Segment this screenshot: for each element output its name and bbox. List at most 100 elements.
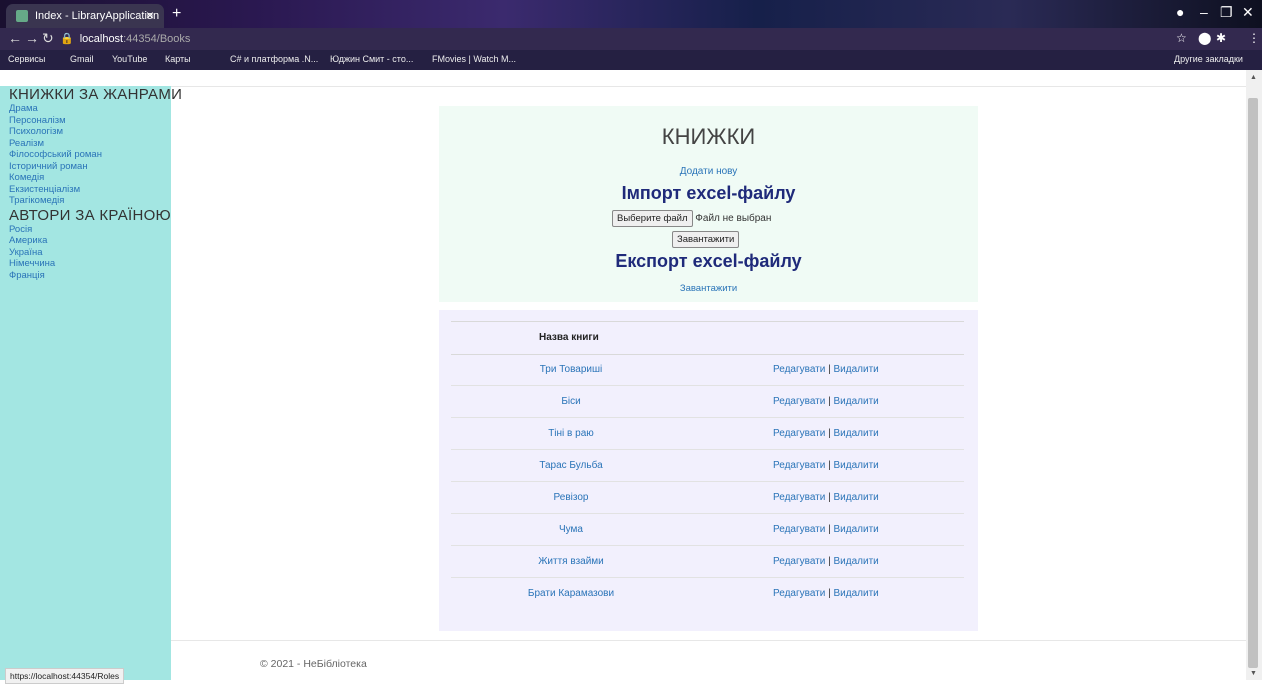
book-title[interactable]: Ревізор (451, 492, 691, 503)
browser-tab-strip: Index - LibraryApplication × + ● – ❐ ✕ (0, 0, 1262, 28)
separator: | (828, 396, 831, 407)
table-row: Брати Карамазови Редагувати | Видалити (451, 578, 964, 609)
sidebar-genre-comedy[interactable]: Комедія (0, 172, 171, 184)
bookmark-other[interactable]: Другие закладки (1174, 54, 1243, 64)
export-download-link[interactable]: Завантажити (439, 283, 978, 294)
edit-link[interactable]: Редагувати (773, 556, 825, 567)
sidebar-genre-philosophical-novel[interactable]: Філософський роман (0, 149, 171, 161)
separator: | (828, 492, 831, 503)
book-title[interactable]: Три Товариші (451, 364, 691, 375)
separator: | (828, 460, 831, 471)
favicon-icon (16, 10, 28, 22)
book-title[interactable]: Чума (451, 524, 691, 535)
extension-icon[interactable]: ⬤ (1198, 31, 1211, 45)
choose-file-button[interactable]: Выберите файл (612, 210, 693, 227)
extensions-puzzle-icon[interactable]: ✱ (1216, 31, 1226, 45)
bookmark-services[interactable]: Сервисы (8, 54, 45, 64)
delete-link[interactable]: Видалити (834, 492, 879, 503)
sidebar-country-france[interactable]: Франція (0, 270, 171, 282)
star-icon[interactable]: ☆ (1176, 31, 1187, 45)
reload-icon[interactable]: ↻ (42, 30, 54, 47)
edit-link[interactable]: Редагувати (773, 588, 825, 599)
add-new-link[interactable]: Додати нову (439, 166, 978, 177)
address-bar: ← → ↻ 🔒 localhost:44354/Books ☆ ⬤ ✱ ⋮ (0, 28, 1262, 50)
bookmark-eugene-smith[interactable]: Юджин Смит - сто... (330, 54, 413, 64)
delete-link[interactable]: Видалити (834, 556, 879, 567)
scroll-up-arrow-icon[interactable]: ▲ (1250, 74, 1257, 81)
delete-link[interactable]: Видалити (834, 428, 879, 439)
sidebar-genre-psychologism[interactable]: Психологізм (0, 126, 171, 138)
upload-button[interactable]: Завантажити (672, 231, 740, 248)
vertical-scrollbar[interactable]: ▲ ▼ (1246, 70, 1262, 680)
minimize-icon[interactable]: – (1200, 4, 1208, 20)
separator: | (828, 524, 831, 535)
sidebar-genre-personalism[interactable]: Персоналізм (0, 115, 171, 127)
import-heading: Імпорт excel-файлу (621, 183, 796, 203)
maximize-icon[interactable]: ❐ (1220, 4, 1233, 21)
sidebar-country-russia[interactable]: Росія (0, 224, 171, 236)
book-title[interactable]: Брати Карамазови (451, 588, 691, 599)
bookmark-fmovies[interactable]: FMovies | Watch M... (432, 54, 516, 64)
sidebar-country-ukraine[interactable]: Україна (0, 247, 171, 259)
no-file-text: Файл не выбран (695, 213, 772, 224)
footer: © 2021 - НеБібліотека (171, 640, 1246, 681)
tab-title: Index - LibraryApplication (35, 10, 160, 22)
table-row: Тіні в раю Редагувати | Видалити (451, 418, 964, 450)
tab-close-icon[interactable]: × (146, 7, 154, 23)
delete-link[interactable]: Видалити (834, 460, 879, 471)
bookmarks-bar: Сервисы Gmail YouTube Карты C# и платфор… (0, 50, 1262, 70)
bookmark-csharp[interactable]: C# и платформа .N... (230, 54, 318, 64)
lock-icon: 🔒 (60, 33, 74, 45)
sidebar-country-germany[interactable]: Німеччина (0, 258, 171, 270)
delete-link[interactable]: Видалити (834, 524, 879, 535)
forward-arrow-icon[interactable]: → (25, 30, 39, 46)
scrollbar-thumb[interactable] (1248, 98, 1258, 668)
sidebar-genre-realism[interactable]: Реалізм (0, 138, 171, 150)
table-row: Тарас Бульба Редагувати | Видалити (451, 450, 964, 482)
table-row: Ревізор Редагувати | Видалити (451, 482, 964, 514)
file-input: Выберите файл Файл не выбран (612, 210, 771, 227)
book-title[interactable]: Життя взайми (451, 556, 691, 567)
edit-link[interactable]: Редагувати (773, 460, 825, 471)
genres-heading: КНИЖКИ ЗА ЖАНРАМИ (9, 86, 183, 103)
edit-link[interactable]: Редагувати (773, 524, 825, 535)
books-panel: КНИЖКИ Додати нову Імпорт excel-файлу Вы… (439, 106, 978, 302)
edit-link[interactable]: Редагувати (773, 396, 825, 407)
status-bar-url: https://localhost:44354/Roles (5, 668, 125, 684)
books-table: Назва книги Три Товариші Редагувати | Ви… (439, 310, 978, 631)
table-row: Три Товариші Редагувати | Видалити (451, 354, 964, 386)
page-viewport: КНИЖКИ ЗА ЖАНРАМИ Драма Персоналізм Псих… (0, 70, 1246, 684)
scroll-down-arrow-icon[interactable]: ▼ (1250, 670, 1257, 677)
new-tab-button[interactable]: + (172, 5, 181, 23)
page-title: КНИЖКИ (661, 124, 756, 149)
book-title[interactable]: Біси (451, 396, 691, 407)
edit-link[interactable]: Редагувати (773, 428, 825, 439)
table-row: Чума Редагувати | Видалити (451, 514, 964, 546)
edit-link[interactable]: Редагувати (773, 492, 825, 503)
separator: | (828, 588, 831, 599)
bookmark-maps[interactable]: Карты (165, 54, 191, 64)
browser-tab[interactable]: Index - LibraryApplication × (6, 4, 164, 28)
sidebar-country-america[interactable]: Америка (0, 235, 171, 247)
sidebar-genre-historical-novel[interactable]: Історичний роман (0, 161, 171, 173)
delete-link[interactable]: Видалити (834, 364, 879, 375)
book-title[interactable]: Тарас Бульба (451, 460, 691, 471)
bookmark-youtube[interactable]: YouTube (112, 54, 147, 64)
menu-dots-icon[interactable]: ⋮ (1248, 31, 1260, 45)
book-title-column-header: Назва книги (539, 332, 599, 343)
sidebar-genre-existentialism[interactable]: Екзистенціалізм (0, 184, 171, 196)
table-row: Біси Редагувати | Видалити (451, 386, 964, 418)
bookmark-gmail[interactable]: Gmail (70, 54, 94, 64)
sidebar: КНИЖКИ ЗА ЖАНРАМИ Драма Персоналізм Псих… (0, 86, 183, 680)
sidebar-genre-drama[interactable]: Драма (0, 103, 171, 115)
back-arrow-icon[interactable]: ← (8, 30, 22, 46)
sidebar-genre-tragicomedy[interactable]: Трагікомедія (0, 195, 171, 207)
profile-icon[interactable]: ● (1176, 4, 1184, 20)
book-title[interactable]: Тіні в раю (451, 428, 691, 439)
window-close-icon[interactable]: ✕ (1242, 4, 1254, 21)
edit-link[interactable]: Редагувати (773, 364, 825, 375)
delete-link[interactable]: Видалити (834, 588, 879, 599)
url-field[interactable]: 🔒 localhost:44354/Books (60, 32, 190, 45)
delete-link[interactable]: Видалити (834, 396, 879, 407)
table-header: Назва книги (451, 321, 964, 355)
